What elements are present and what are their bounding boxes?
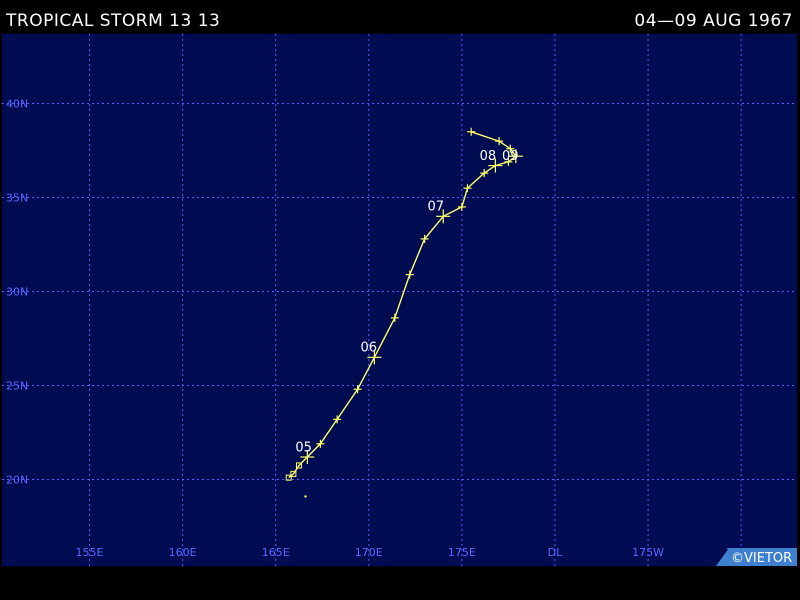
footer-bar <box>0 566 800 600</box>
credit-text: ©VIETOR <box>731 551 792 566</box>
day-label: 06 <box>361 341 378 356</box>
day-label: 05 <box>295 440 312 455</box>
day-label: 07 <box>428 200 445 215</box>
lon-label: 165E <box>262 546 290 559</box>
day-label: 08 <box>480 149 497 164</box>
credit-badge: ©VIETOR <box>716 548 797 566</box>
storm-title: TROPICAL STORM 13 13 <box>6 11 221 31</box>
lat-label: 35N <box>6 192 28 205</box>
lat-label: 20N <box>6 474 28 487</box>
track-map: 40N 35N 30N 25N 20N 155E 160E 165E 170E 175E DL 17… <box>2 34 797 566</box>
header-bar: TROPICAL STORM 13 13 04—09 AUG 1967 <box>0 0 800 34</box>
lat-label: 25N <box>6 380 28 393</box>
lon-label: 155E <box>76 546 104 559</box>
lon-label: 175E <box>448 546 476 559</box>
lat-label: 40N <box>6 98 28 111</box>
lon-label: 175W <box>632 546 664 559</box>
day-label: 09 <box>502 149 519 164</box>
map-background <box>2 34 797 566</box>
date-range: 04—09 AUG 1967 <box>634 11 793 31</box>
lon-label: 170E <box>355 546 383 559</box>
lon-label: DL <box>548 546 563 559</box>
lat-label: 30N <box>6 286 28 299</box>
stray-dot <box>304 495 307 498</box>
lon-label: 160E <box>169 546 197 559</box>
